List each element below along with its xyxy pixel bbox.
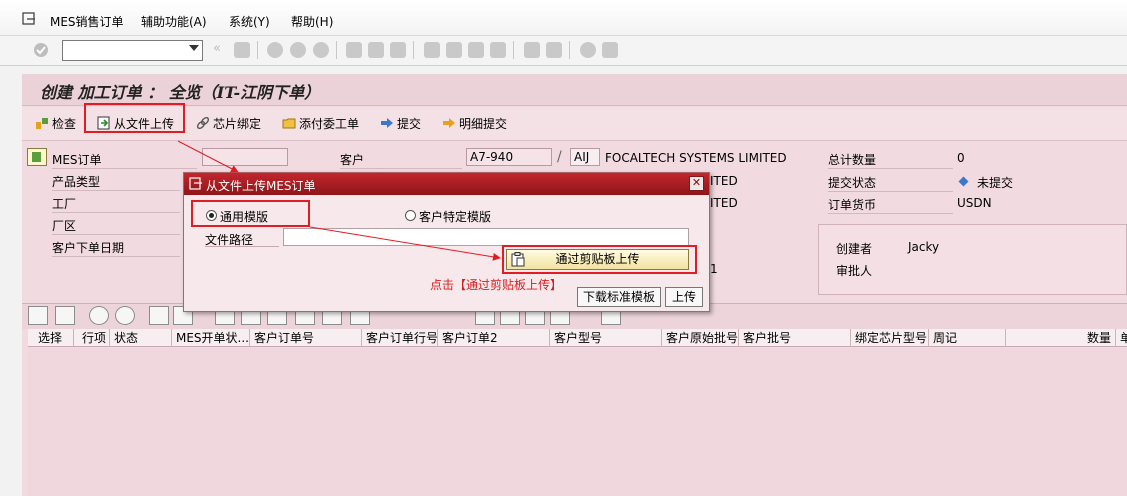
arrow-to-dialog: [177, 140, 239, 173]
arrow-to-clipboard-button: [309, 226, 501, 261]
annotation-arrows: [177, 140, 501, 261]
